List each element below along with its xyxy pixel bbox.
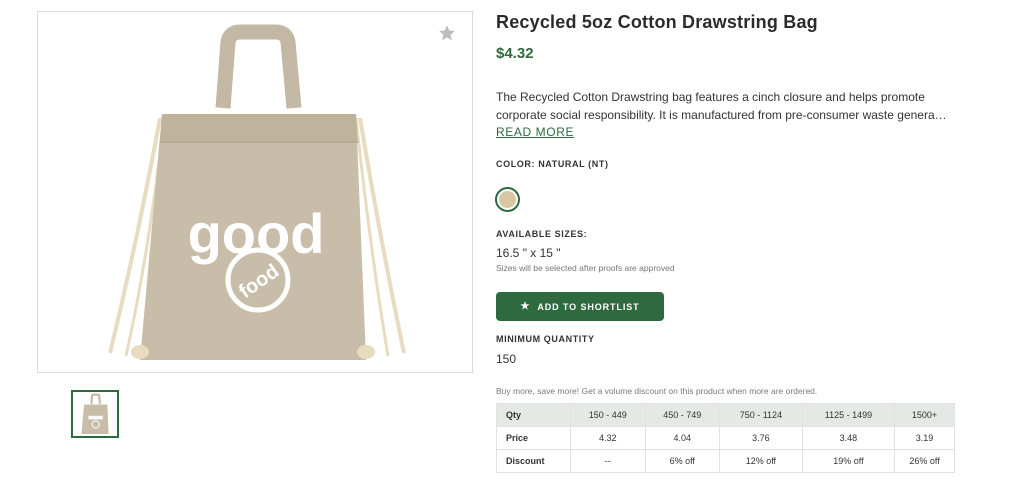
pricing-header-row: Qty 150 - 449 450 - 749 750 - 1124 1125 … (496, 403, 955, 427)
price-row-label: Price (496, 426, 571, 450)
price-cell: 4.04 (644, 426, 720, 450)
minimum-quantity-label: MINIMUM QUANTITY (496, 334, 595, 344)
discount-cell: 26% off (894, 449, 955, 473)
shortlist-label: ADD TO SHORTLIST (537, 301, 640, 312)
minimum-quantity-value: 150 (496, 352, 517, 366)
product-image-frame: good food (37, 11, 473, 373)
product-description: The Recycled Cotton Drawstring bag featu… (496, 89, 966, 124)
bag-logo-text: good (188, 202, 325, 265)
discount-cell: -- (570, 449, 646, 473)
product-thumbnail[interactable] (71, 390, 119, 438)
pricing-table: Qty 150 - 449 450 - 749 750 - 1124 1125 … (496, 403, 955, 473)
qty-tier: 450 - 749 (644, 403, 720, 427)
drawstring-bag-image: good food (108, 24, 406, 360)
add-to-shortlist-button[interactable]: ★ ADD TO SHORTLIST (496, 292, 664, 321)
qty-tier: 750 - 1124 (719, 403, 803, 427)
description-line: corporate social responsibility. It is m… (496, 107, 947, 122)
size-note: Sizes will be selected after proofs are … (496, 263, 675, 273)
discount-cell: 6% off (644, 449, 720, 473)
color-label: COLOR: NATURAL (NT) (496, 159, 609, 169)
product-price: $4.32 (496, 45, 534, 62)
discount-cell: 12% off (719, 449, 803, 473)
description-line: The Recycled Cotton Drawstring bag featu… (496, 90, 925, 104)
favorite-star-icon[interactable] (438, 24, 456, 42)
read-more-link[interactable]: READ MORE (496, 125, 574, 139)
price-cell: 3.76 (719, 426, 803, 450)
thumbnail-bag-image (81, 393, 109, 435)
qty-header: Qty (496, 403, 571, 427)
qty-tier: 1500+ (894, 403, 955, 427)
qty-tier: 1125 - 1499 (801, 403, 896, 427)
discount-row-label: Discount (496, 449, 571, 473)
sizes-label: AVAILABLE SIZES: (496, 229, 588, 239)
qty-tier: 150 - 449 (570, 403, 646, 427)
discount-cell: 19% off (801, 449, 896, 473)
price-cell: 3.19 (894, 426, 955, 450)
volume-discount-note: Buy more, save more! Get a volume discou… (496, 386, 818, 396)
price-cell: 4.32 (570, 426, 646, 450)
product-title: Recycled 5oz Cotton Drawstring Bag (496, 12, 818, 32)
swatch-fill (499, 191, 516, 208)
star-icon: ★ (520, 300, 531, 312)
price-cell: 3.48 (801, 426, 896, 450)
price-row: Price 4.32 4.04 3.76 3.48 3.19 (496, 426, 955, 450)
discount-row: Discount -- 6% off 12% off 19% off 26% o… (496, 449, 955, 473)
color-swatch-natural[interactable] (495, 187, 520, 212)
size-value: 16.5 " x 15 " (496, 246, 561, 260)
